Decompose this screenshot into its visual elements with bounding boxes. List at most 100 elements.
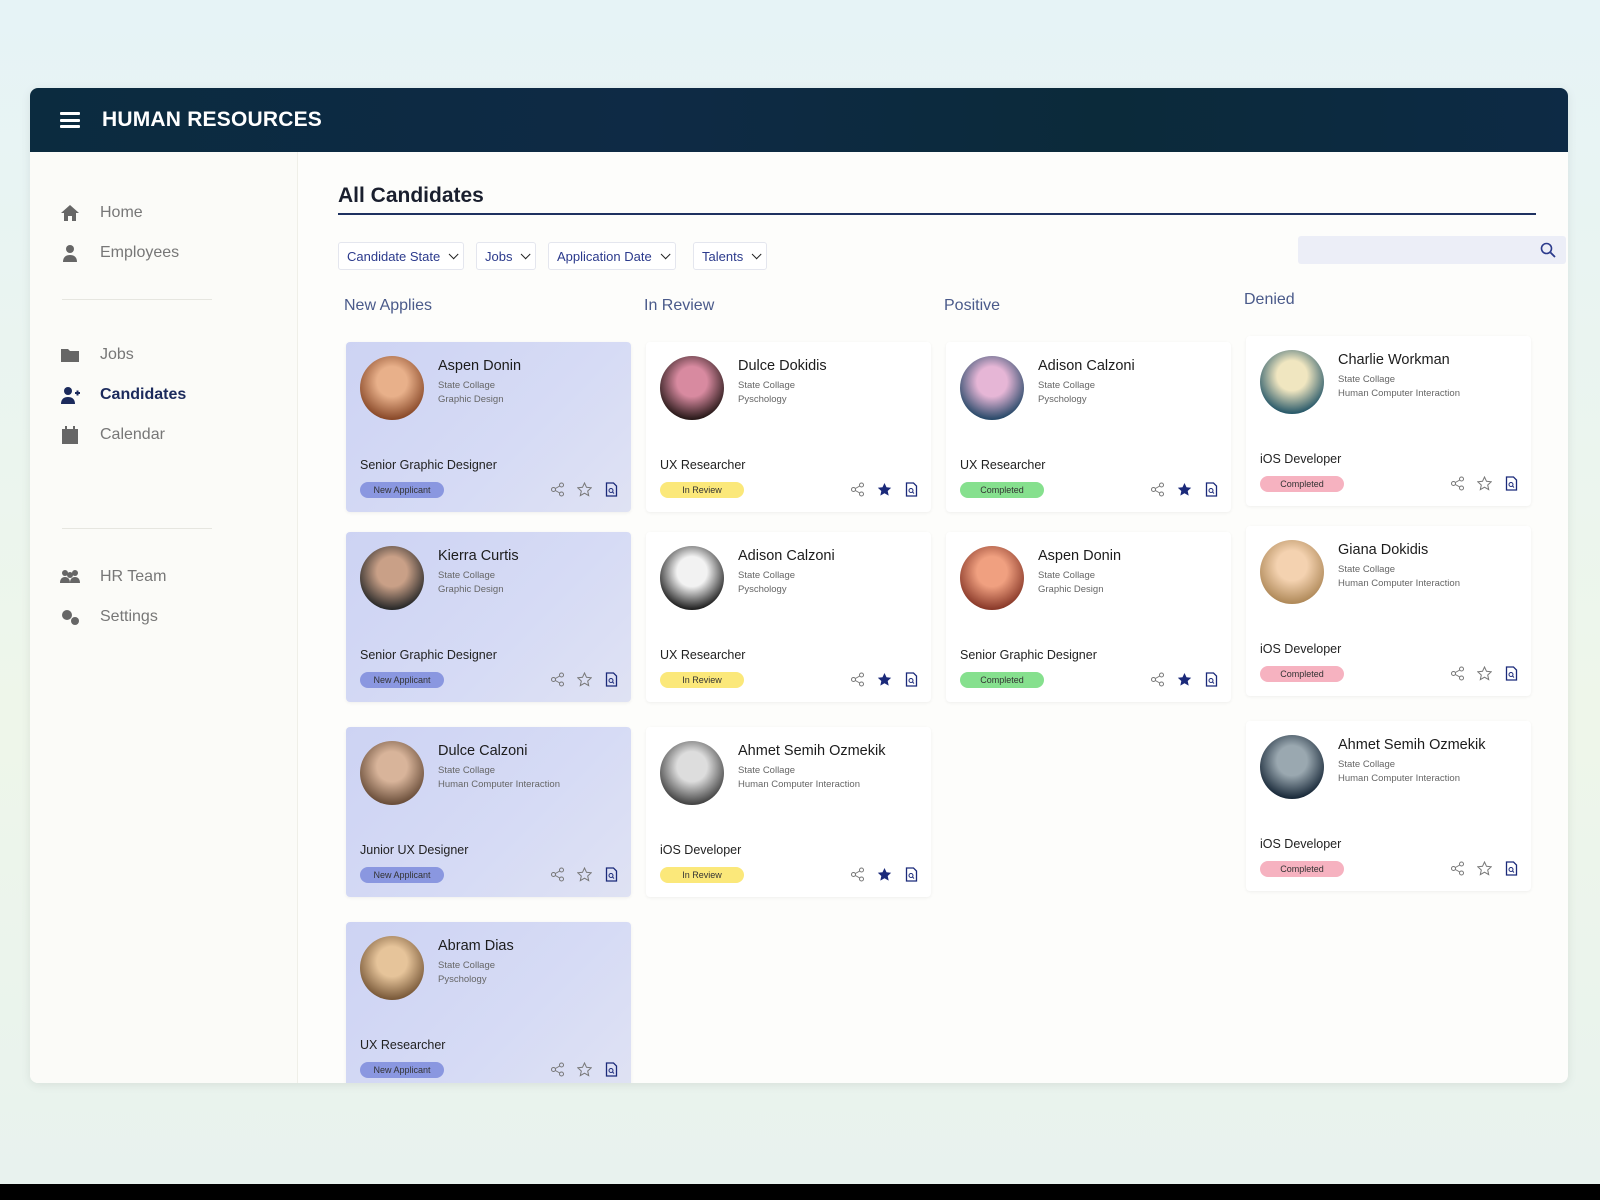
candidate-field: Pyschology	[738, 394, 787, 405]
avatar	[1260, 540, 1324, 604]
candidate-card[interactable]: Aspen Donin State Collage Graphic Design…	[346, 342, 631, 512]
candidate-name[interactable]: Ahmet Semih Ozmekik	[738, 743, 885, 759]
candidate-field: Pyschology	[738, 584, 787, 595]
sidebar-item-jobs[interactable]: Jobs	[60, 346, 134, 364]
share-icon[interactable]	[850, 672, 865, 687]
candidate-school: State Collage	[738, 765, 796, 776]
candidate-name[interactable]: Charlie Workman	[1338, 352, 1450, 368]
share-icon[interactable]	[1150, 672, 1165, 687]
document-search-icon[interactable]	[1504, 861, 1519, 876]
sidebar-item-employees[interactable]: Employees	[60, 244, 179, 262]
candidate-card[interactable]: Dulce Calzoni State Collage Human Comput…	[346, 727, 631, 897]
candidate-card[interactable]: Adison Calzoni State Collage Pyschology …	[946, 342, 1231, 512]
filter-candidate-state[interactable]: Candidate State	[338, 242, 465, 270]
sidebar-item-home[interactable]: Home	[60, 204, 143, 222]
user-icon	[63, 245, 77, 262]
avatar	[1260, 735, 1324, 799]
share-icon[interactable]	[1450, 476, 1465, 491]
candidate-name[interactable]: Giana Dokidis	[1338, 542, 1428, 558]
candidate-card[interactable]: Dulce Dokidis State Collage Pyschology U…	[646, 342, 931, 512]
candidate-field: Graphic Design	[438, 394, 504, 405]
document-search-icon[interactable]	[604, 1062, 619, 1077]
candidate-card[interactable]: Giana Dokidis State Collage Human Comput…	[1246, 526, 1531, 696]
candidate-field: Human Computer Interaction	[1338, 388, 1460, 399]
candidate-name[interactable]: Dulce Calzoni	[438, 743, 527, 759]
star-icon[interactable]	[1477, 666, 1492, 681]
candidate-name[interactable]: Adison Calzoni	[738, 548, 835, 564]
sidebar-item-settings[interactable]: Settings	[60, 608, 158, 626]
sidebar-item-label: Settings	[100, 608, 158, 625]
document-search-icon[interactable]	[904, 672, 919, 687]
document-search-icon[interactable]	[604, 672, 619, 687]
status-badge: Completed	[1260, 666, 1344, 682]
sidebar-item-hr-team[interactable]: HR Team	[60, 568, 166, 586]
star-icon[interactable]	[1477, 861, 1492, 876]
column-heading: Denied	[1244, 291, 1295, 308]
candidate-name[interactable]: Ahmet Semih Ozmekik	[1338, 737, 1485, 753]
share-icon[interactable]	[550, 1062, 565, 1077]
candidate-card[interactable]: Aspen Donin State Collage Graphic Design…	[946, 532, 1231, 702]
share-icon[interactable]	[1150, 482, 1165, 497]
candidate-card[interactable]: Abram Dias State Collage Pyschology UX R…	[346, 922, 631, 1083]
sidebar-item-label: HR Team	[100, 568, 167, 585]
avatar	[360, 936, 424, 1000]
avatar	[660, 741, 724, 805]
document-search-icon[interactable]	[1504, 476, 1519, 491]
document-search-icon[interactable]	[604, 482, 619, 497]
candidate-card[interactable]: Adison Calzoni State Collage Pyschology …	[646, 532, 931, 702]
star-icon[interactable]	[877, 672, 892, 687]
share-icon[interactable]	[850, 867, 865, 882]
status-badge: New Applicant	[360, 867, 444, 883]
document-search-icon[interactable]	[1504, 666, 1519, 681]
candidate-card[interactable]: Ahmet Semih Ozmekik State Collage Human …	[1246, 721, 1531, 891]
candidate-field: Human Computer Interaction	[1338, 578, 1460, 589]
document-search-icon[interactable]	[604, 867, 619, 882]
document-search-icon[interactable]	[904, 482, 919, 497]
star-icon[interactable]	[1177, 672, 1192, 687]
document-search-icon[interactable]	[904, 867, 919, 882]
star-icon[interactable]	[577, 1062, 592, 1077]
share-icon[interactable]	[550, 672, 565, 687]
bottom-bar	[0, 1184, 1600, 1200]
candidate-card[interactable]: Ahmet Semih Ozmekik State Collage Human …	[646, 727, 931, 897]
sidebar-item-calendar[interactable]: Calendar	[60, 426, 165, 444]
share-icon[interactable]	[1450, 861, 1465, 876]
sidebar-item-candidates[interactable]: Candidates	[60, 386, 186, 404]
candidate-name[interactable]: Abram Dias	[438, 938, 514, 954]
share-icon[interactable]	[550, 482, 565, 497]
star-icon[interactable]	[877, 867, 892, 882]
candidate-name[interactable]: Adison Calzoni	[1038, 358, 1135, 374]
share-icon[interactable]	[1450, 666, 1465, 681]
star-icon[interactable]	[1177, 482, 1192, 497]
candidate-name[interactable]: Dulce Dokidis	[738, 358, 827, 374]
star-icon[interactable]	[577, 672, 592, 687]
filter-talents[interactable]: Talents	[693, 242, 768, 270]
star-icon[interactable]	[577, 482, 592, 497]
filter-application-date[interactable]: Application Date	[548, 242, 676, 270]
hamburger-menu-icon[interactable]	[60, 112, 80, 128]
candidate-card[interactable]: Charlie Workman State Collage Human Comp…	[1246, 336, 1531, 506]
candidate-name[interactable]: Aspen Donin	[1038, 548, 1121, 564]
chevron-down-icon	[660, 248, 671, 259]
search-icon[interactable]	[1540, 242, 1556, 258]
home-icon	[61, 205, 79, 221]
star-icon[interactable]	[1477, 476, 1492, 491]
candidate-name[interactable]: Aspen Donin	[438, 358, 521, 374]
candidate-card[interactable]: Kierra Curtis State Collage Graphic Desi…	[346, 532, 631, 702]
star-icon[interactable]	[577, 867, 592, 882]
chevron-down-icon	[448, 248, 459, 259]
status-badge: New Applicant	[360, 482, 444, 498]
star-icon[interactable]	[877, 482, 892, 497]
search-input[interactable]	[1298, 236, 1518, 264]
chevron-down-icon	[751, 248, 762, 259]
candidate-role: UX Researcher	[660, 458, 746, 472]
filter-jobs[interactable]: Jobs	[476, 242, 537, 270]
status-badge: Completed	[1260, 476, 1344, 492]
avatar	[960, 546, 1024, 610]
share-icon[interactable]	[850, 482, 865, 497]
sidebar: Home Employees Jobs Candidates Calendar …	[30, 152, 298, 1083]
document-search-icon[interactable]	[1204, 482, 1219, 497]
candidate-name[interactable]: Kierra Curtis	[438, 548, 519, 564]
share-icon[interactable]	[550, 867, 565, 882]
document-search-icon[interactable]	[1204, 672, 1219, 687]
